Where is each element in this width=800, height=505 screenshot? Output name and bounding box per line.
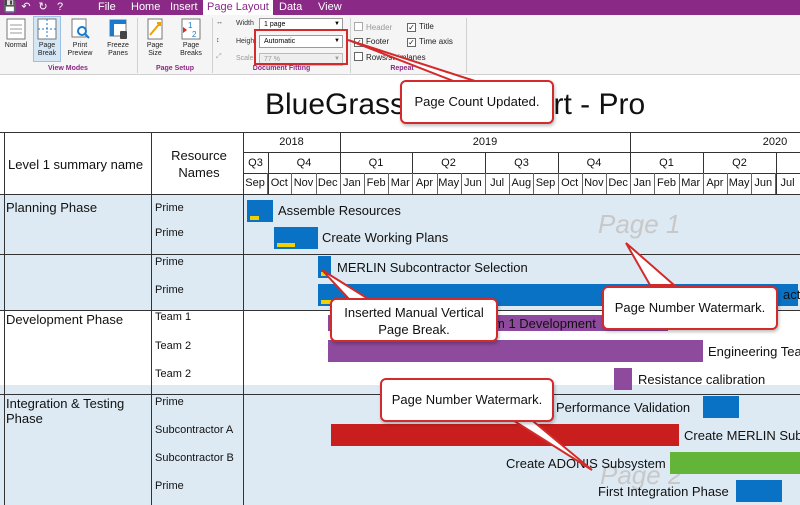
callout-page-count: Page Count Updated. [400, 80, 554, 124]
callout-watermark-1: Page Number Watermark. [602, 286, 778, 330]
callout-page-break: Inserted Manual Vertical Page Break. [330, 298, 498, 342]
callout-pointers [321, 39, 677, 471]
callout-watermark-2: Page Number Watermark. [380, 378, 554, 422]
